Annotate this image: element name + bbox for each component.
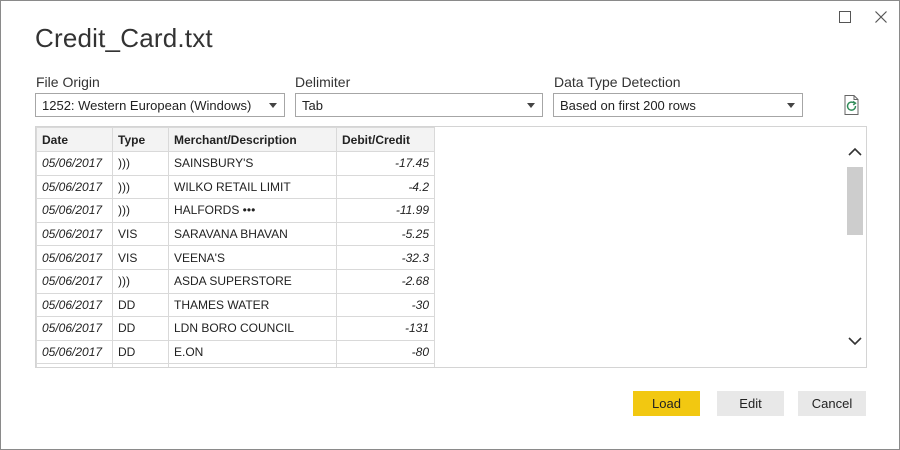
cell-type: VIS [112, 221, 169, 247]
cancel-button[interactable]: Cancel [798, 391, 866, 416]
cell-type [112, 363, 169, 367]
cell-merchant: E.ON [168, 339, 337, 365]
data-preview: Date Type Merchant/Description Debit/Cre… [35, 126, 867, 368]
cell-type: ))) [112, 268, 169, 294]
cell-merchant: THAMES WATER [168, 292, 337, 318]
vertical-scrollbar[interactable] [844, 127, 866, 367]
table-row: 05/06/2017 ))) WILKO RETAIL LIMIT -4.2 [36, 174, 435, 200]
cell-merchant [168, 363, 337, 367]
cell-merchant: LDN BORO COUNCIL [168, 316, 337, 341]
cell-type: ))) [112, 198, 169, 223]
preview-table: Date Type Merchant/Description Debit/Cre… [36, 127, 435, 367]
column-header-merchant: Merchant/Description [168, 127, 337, 152]
delimiter-select[interactable]: Tab [295, 93, 543, 117]
file-origin-value: 1252: Western European (Windows) [42, 97, 252, 113]
cell-amount: -4.2 [336, 174, 435, 200]
refresh-file-icon[interactable] [843, 94, 863, 116]
cell-amount: -17.45 [336, 151, 435, 176]
chevron-down-icon [268, 102, 278, 108]
chevron-up-icon [848, 143, 862, 161]
column-header-date: Date [36, 127, 113, 152]
table-row: 05/06/2017 DD THAMES WATER -30 [36, 292, 435, 318]
cell-type: DD [112, 292, 169, 318]
delimiter-value: Tab [302, 97, 323, 113]
cell-merchant: SAINSBURY'S [168, 151, 337, 176]
table-row: 05/06/2017 ))) HALFORDS ••• -11.99 [36, 198, 435, 223]
table-row: 05/06/2017 DD LDN BORO COUNCIL -131 [36, 316, 435, 341]
file-origin-label: File Origin [36, 74, 100, 90]
cell-amount: -11.99 [336, 198, 435, 223]
cell-type: DD [112, 316, 169, 341]
cell-merchant: HALFORDS ••• [168, 198, 337, 223]
table-row: 05/06/2017 DD E.ON -80 [36, 339, 435, 365]
scroll-up-button[interactable] [848, 145, 862, 159]
cell-date: 05/06/2017 [36, 316, 113, 341]
cell-amount: -131 [336, 316, 435, 341]
scroll-down-button[interactable] [848, 335, 862, 349]
cell-date [36, 363, 113, 367]
chevron-down-icon [848, 333, 862, 351]
chevron-down-icon [526, 102, 536, 108]
cell-type: ))) [112, 174, 169, 200]
scrollbar-thumb[interactable] [847, 167, 863, 235]
cell-amount: -30 [336, 292, 435, 318]
cell-date: 05/06/2017 [36, 292, 113, 318]
cell-date: 05/06/2017 [36, 221, 113, 247]
column-header-amount: Debit/Credit [336, 127, 435, 152]
table-row: 05/06/2017 VIS VEENA'S -32.3 [36, 245, 435, 270]
cell-amount: -2.68 [336, 268, 435, 294]
column-header-type: Type [112, 127, 169, 152]
cell-date: 05/06/2017 [36, 151, 113, 176]
close-icon [875, 11, 887, 23]
cell-merchant: SARAVANA BHAVAN [168, 221, 337, 247]
cell-merchant: WILKO RETAIL LIMIT [168, 174, 337, 200]
close-button[interactable] [869, 5, 893, 29]
load-button[interactable]: Load [633, 391, 700, 416]
table-row: 05/06/2017 ))) ASDA SUPERSTORE -2.68 [36, 268, 435, 294]
chevron-down-icon [786, 102, 796, 108]
edit-button[interactable]: Edit [717, 391, 784, 416]
cell-date: 05/06/2017 [36, 198, 113, 223]
table-row: 05/06/2017 VIS SARAVANA BHAVAN -5.25 [36, 221, 435, 247]
cell-merchant: ASDA SUPERSTORE [168, 268, 337, 294]
delimiter-label: Delimiter [295, 74, 351, 90]
cell-amount [336, 363, 435, 367]
table-row [36, 363, 435, 367]
data-type-detection-select[interactable]: Based on first 200 rows [553, 93, 803, 117]
maximize-button[interactable] [833, 5, 857, 29]
cell-amount: -80 [336, 339, 435, 365]
file-origin-select[interactable]: 1252: Western European (Windows) [35, 93, 285, 117]
data-type-detection-label: Data Type Detection [554, 74, 681, 90]
cell-type: VIS [112, 245, 169, 270]
cell-type: ))) [112, 151, 169, 176]
table-row: 05/06/2017 ))) SAINSBURY'S -17.45 [36, 151, 435, 176]
cell-date: 05/06/2017 [36, 245, 113, 270]
cell-date: 05/06/2017 [36, 339, 113, 365]
import-dialog: Credit_Card.txt File Origin 1252: Wester… [0, 0, 900, 450]
dialog-title: Credit_Card.txt [35, 23, 213, 53]
cell-amount: -5.25 [336, 221, 435, 247]
cell-date: 05/06/2017 [36, 174, 113, 200]
maximize-icon [839, 11, 851, 23]
cell-merchant: VEENA'S [168, 245, 337, 270]
cell-type: DD [112, 339, 169, 365]
header-row: Date Type Merchant/Description Debit/Cre… [36, 127, 435, 152]
cell-date: 05/06/2017 [36, 268, 113, 294]
cell-amount: -32.3 [336, 245, 435, 270]
data-type-detection-value: Based on first 200 rows [560, 97, 696, 113]
